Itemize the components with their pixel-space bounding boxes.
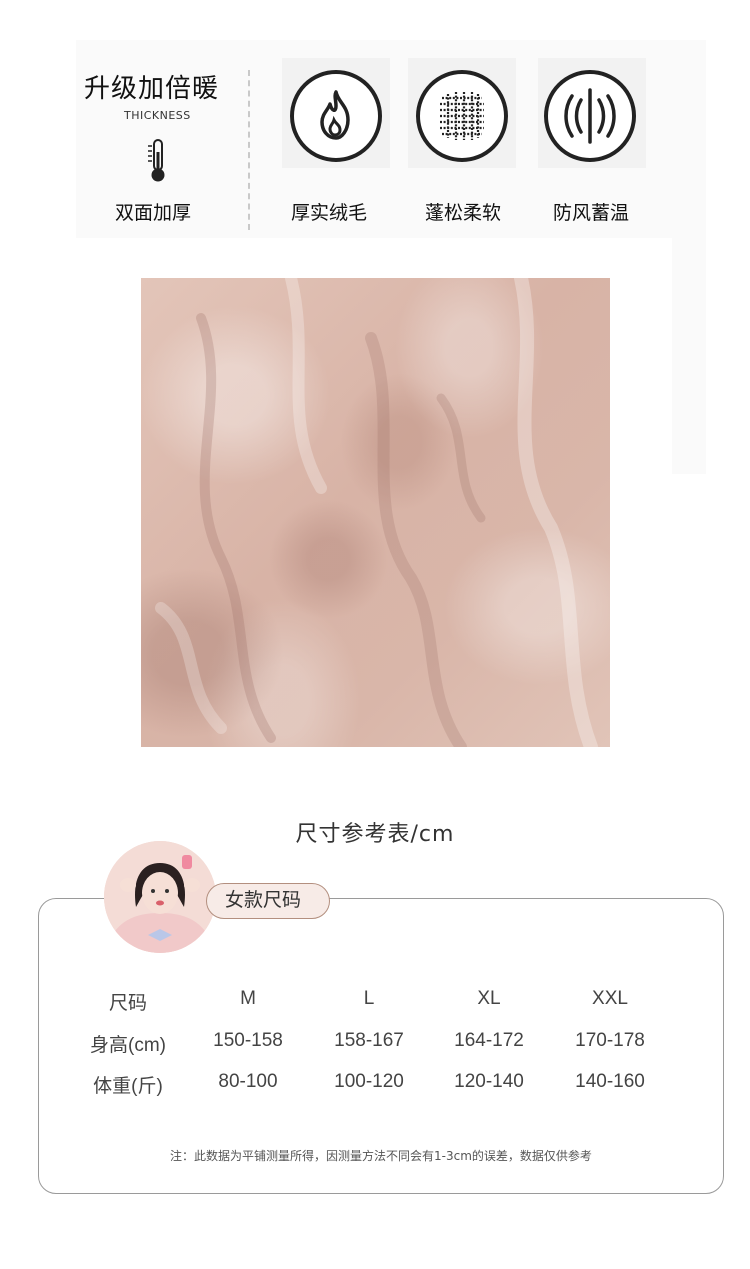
upgrade-title: 升级加倍暖	[84, 74, 220, 104]
table-row-label: 体重(斤)	[93, 1076, 163, 1097]
table-row-label: 身高(cm)	[90, 1035, 166, 1056]
model-avatar	[104, 841, 216, 953]
double-sided-label: 双面加厚	[115, 202, 192, 224]
table-cell: 158-167	[334, 1030, 404, 1051]
thickness-label: THICKNESS	[124, 109, 191, 122]
table-header-cell: M	[240, 988, 256, 1009]
table-header-cell: 尺码	[108, 993, 147, 1014]
table-header-cell: L	[363, 988, 375, 1009]
table-cell: 80-100	[218, 1071, 278, 1092]
banner-edge	[672, 238, 706, 474]
size-chart-title: 尺寸参考表/cm	[295, 822, 455, 847]
feature-label-thick-fleece: 厚实绒毛	[290, 202, 367, 224]
woven-grid-icon	[416, 70, 508, 162]
womens-size-tag: 女款尺码	[206, 883, 330, 919]
table-header-cell: XXL	[592, 988, 628, 1009]
table-cell: 164-172	[454, 1030, 524, 1051]
windproof-icon	[544, 70, 636, 162]
thermometer-icon	[148, 139, 165, 182]
measurement-note: 注：此数据为平铺测量所得，因测量方法不同会有1-3cm的误差，数据仅供参考	[170, 1149, 592, 1163]
fabric-closeup-image	[141, 278, 610, 747]
table-cell: 150-158	[213, 1030, 283, 1051]
table-cell: 100-120	[334, 1071, 404, 1092]
banner-divider	[248, 70, 250, 230]
table-cell: 140-160	[575, 1071, 645, 1092]
table-cell: 120-140	[454, 1071, 524, 1092]
table-cell: 170-178	[575, 1030, 645, 1051]
flame-icon	[290, 70, 382, 162]
feature-label-windproof: 防风蓄温	[552, 202, 629, 224]
table-header-cell: XL	[477, 988, 501, 1009]
feature-label-fluffy-soft: 蓬松柔软	[424, 202, 501, 224]
